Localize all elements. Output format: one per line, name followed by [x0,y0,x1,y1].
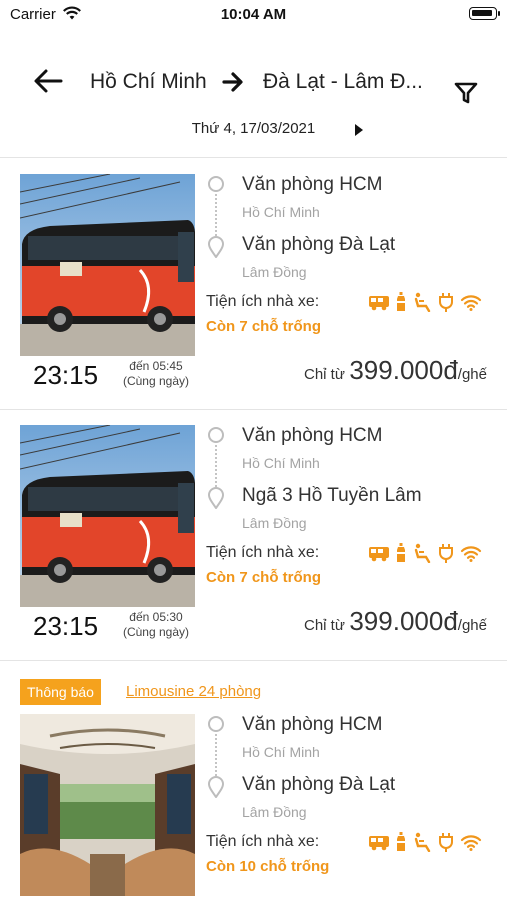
destination-province: Lâm Đồng [242,264,307,280]
location-pin-icon [207,776,225,798]
destination-office: Văn phòng Đà Lạt [242,774,396,795]
clock: 10:04 AM [220,6,287,23]
destination-city[interactable]: Đà Lạt - Lâm Đ... [263,70,423,94]
trip-card[interactable]: Thông báo Limousine 24 phòng Văn phòng H… [0,661,507,900]
destination-province: Lâm Đồng [242,804,307,820]
charger-plug-icon [439,293,453,312]
origin-dot-icon [208,716,224,732]
amenities-label: Tiện ích nhà xe: [206,544,320,561]
price: Chỉ từ 399.000đ/ghế [304,355,487,386]
origin-office: Văn phòng HCM [242,714,383,735]
trip-list: 23:15 đến 05:45 (Cùng ngày) Văn phòng HC… [0,159,507,900]
reclining-seat-icon [414,292,431,312]
trip-card[interactable]: 23:15 đến 05:45 (Cùng ngày) Văn phòng HC… [0,159,507,410]
notice-badge: Thông báo [20,679,101,705]
destination-office: Ngã 3 Hồ Tuyền Lâm [242,485,422,506]
arrival-note: (Cùng ngày) [122,625,190,639]
available-seats: Còn 7 chỗ trống [206,569,321,586]
reclining-seat-icon [414,543,431,563]
route-line [215,445,217,487]
charger-plug-icon [439,544,453,563]
charger-plug-icon [439,833,453,852]
date-selector: Thứ 4, 17/03/2021 [0,120,507,142]
arrival-info: đến 05:45 (Cùng ngày) [118,359,194,389]
departure-time: 23:15 [33,360,99,390]
wifi-icon [460,835,482,851]
reclining-seat-icon [414,832,431,852]
water-bottle-icon [397,292,405,311]
price-amount: 399.000đ [349,606,458,636]
back-arrow-icon[interactable] [30,66,66,96]
available-seats: Còn 7 chỗ trống [206,318,321,335]
available-seats: Còn 10 chỗ trống [206,858,330,875]
arrival-note: (Cùng ngày) [122,374,190,388]
bus-photo [20,425,195,607]
location-pin-icon [207,236,225,258]
price-amount: 399.000đ [349,355,458,385]
location-pin-icon [207,487,225,509]
amenities-label: Tiện ích nhà xe: [206,293,320,310]
wifi-icon [460,546,482,562]
origin-office: Văn phòng HCM [242,174,383,195]
bus-icon [369,296,389,311]
origin-dot-icon [208,427,224,443]
bus-photo [20,174,195,356]
bus-icon [369,547,389,562]
arrival-time: đến 05:30 [129,610,183,624]
amenities-icons [368,832,482,852]
origin-city[interactable]: Hồ Chí Minh [90,70,207,94]
origin-dot-icon [208,176,224,192]
price-unit: /ghế [457,366,487,383]
route-header: Hồ Chí Minh Đà Lạt - Lâm Đ... Thứ 4, 17/… [0,30,507,158]
route-arrow-icon [222,72,243,92]
wifi-icon [460,295,482,311]
origin-province: Hồ Chí Minh [242,204,320,220]
arrival-info: đến 05:30 (Cùng ngày) [118,610,194,640]
origin-province: Hồ Chí Minh [242,744,320,760]
price-prefix: Chỉ từ [304,617,345,634]
notice-link[interactable]: Limousine 24 phòng [126,683,261,700]
filter-icon[interactable] [454,80,478,106]
price-prefix: Chỉ từ [304,366,345,383]
price-unit: /ghế [457,617,487,634]
amenities-icons [368,292,482,312]
route-line [215,194,217,236]
arrival-time: đến 05:45 [129,359,183,373]
route-line [215,734,217,776]
destination-office: Văn phòng Đà Lạt [242,234,396,255]
price: Chỉ từ 399.000đ/ghế [304,606,487,637]
trip-card[interactable]: 23:15 đến 05:30 (Cùng ngày) Văn phòng HC… [0,410,507,661]
departure-time: 23:15 [33,611,99,641]
origin-province: Hồ Chí Minh [242,455,320,471]
water-bottle-icon [397,543,405,562]
destination-province: Lâm Đồng [242,515,307,531]
amenities-icons [368,543,482,563]
next-date-icon[interactable] [354,124,364,136]
travel-date[interactable]: Thứ 4, 17/03/2021 [0,120,507,137]
battery-icon [469,7,500,20]
bus-interior-photo [20,714,195,896]
status-bar: Carrier 10:04 AM [0,0,507,30]
amenities-label: Tiện ích nhà xe: [206,833,320,850]
water-bottle-icon [397,832,405,851]
bus-icon [369,836,389,851]
origin-office: Văn phòng HCM [242,425,383,446]
